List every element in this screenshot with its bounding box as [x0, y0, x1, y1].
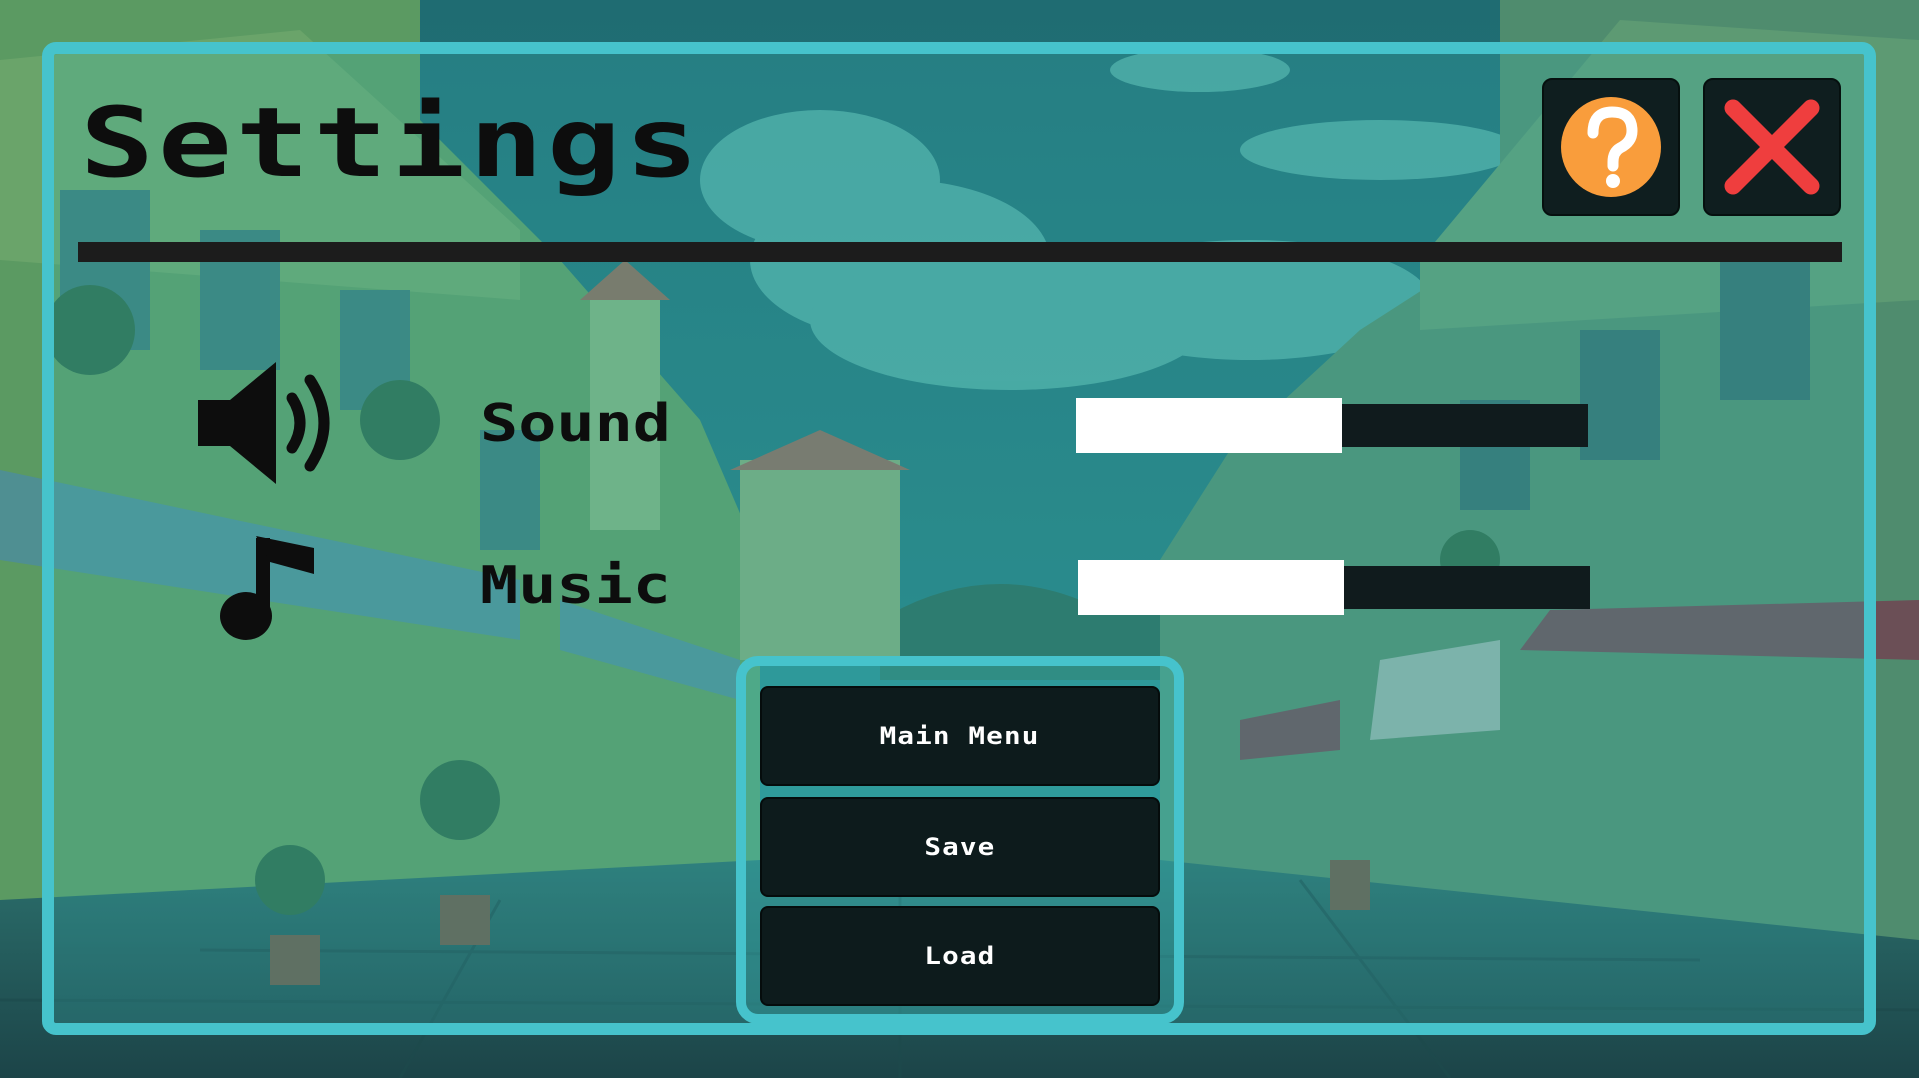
- sound-slider-fill: [1076, 398, 1343, 453]
- sound-label: Sound: [480, 394, 671, 454]
- music-note-icon: [220, 536, 314, 640]
- main-menu-button[interactable]: Main Menu: [760, 686, 1160, 786]
- sound-volume-slider[interactable]: [1076, 398, 1588, 453]
- page-title: Settings: [80, 87, 703, 199]
- music-volume-slider[interactable]: [1078, 560, 1590, 615]
- title-divider: [78, 242, 1842, 262]
- question-mark-icon: [1561, 97, 1661, 197]
- save-button-label: Save: [924, 833, 996, 861]
- music-label: Music: [480, 556, 671, 616]
- save-button[interactable]: Save: [760, 797, 1160, 897]
- close-button[interactable]: [1703, 78, 1841, 216]
- load-button[interactable]: Load: [760, 906, 1160, 1006]
- close-x-icon: [1724, 99, 1820, 195]
- music-slider-fill: [1078, 560, 1345, 615]
- load-button-label: Load: [924, 942, 996, 970]
- speaker-icon: [198, 362, 330, 484]
- main-menu-button-label: Main Menu: [880, 722, 1040, 750]
- settings-screen: Settings Sound Music Main Menu Save Load: [0, 0, 1919, 1078]
- help-button[interactable]: [1542, 78, 1680, 216]
